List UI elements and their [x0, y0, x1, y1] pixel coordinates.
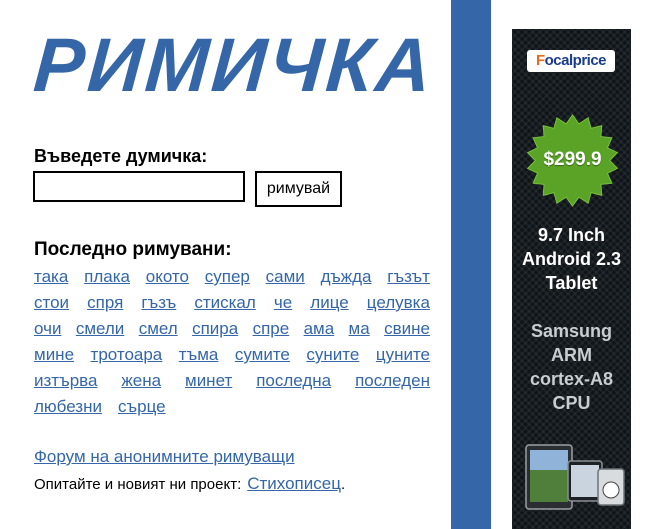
recent-word-link[interactable]: дъжда [321, 267, 372, 287]
recent-word-link[interactable]: очи [34, 319, 61, 339]
new-project-link[interactable]: Стихописец [247, 474, 341, 493]
recent-word-link[interactable]: цуните [376, 345, 430, 365]
recent-word-link[interactable]: последен [355, 371, 430, 391]
recent-word-link[interactable]: стискал [194, 293, 255, 313]
recent-word-link[interactable]: мине [34, 345, 74, 365]
recent-word-link[interactable]: сърце [118, 397, 166, 417]
recent-word-link[interactable]: така [34, 267, 68, 287]
recent-word-link[interactable]: смели [76, 319, 125, 339]
recent-word-link[interactable]: свине [384, 319, 430, 339]
recent-word-link[interactable]: лице [310, 293, 348, 313]
recent-word-link[interactable]: сумите [235, 345, 290, 365]
decorative-blue-bar [451, 0, 491, 529]
recent-word-link[interactable]: окото [146, 267, 189, 287]
recent-word-link[interactable]: спира [192, 319, 238, 339]
recent-word-link[interactable]: любезни [34, 397, 102, 417]
recent-rhymes-row: очи смели смел спира спре ама ма свине [34, 316, 430, 342]
recent-word-link[interactable]: суните [306, 345, 359, 365]
recent-rhymes-row: стои спря гъзъ стискал че лице целувка [34, 290, 430, 316]
recent-rhymes-row: изтърва жена минет последна последен [34, 368, 430, 394]
rhyme-button[interactable]: римувай [255, 171, 342, 207]
recent-word-link[interactable]: последна [256, 371, 331, 391]
recent-word-link[interactable]: стои [34, 293, 69, 313]
recent-word-link[interactable]: сами [266, 267, 305, 287]
new-project-text: Опитайте и новият ни проект: [34, 476, 242, 493]
recent-word-link[interactable]: изтърва [34, 371, 97, 391]
word-input-label: Въведете думичка: [34, 146, 208, 166]
advertisement-banner[interactable]: Focalprice $299.9 9.7 Inch Android 2.3 T… [512, 29, 631, 529]
recent-word-link[interactable]: спре [253, 319, 290, 339]
site-logo[interactable]: РИМИЧКА [31, 22, 437, 110]
word-input[interactable] [33, 171, 245, 202]
ad-title: 9.7 Inch Android 2.3 Tablet [521, 225, 621, 293]
recent-word-link[interactable]: супер [205, 267, 250, 287]
recent-word-link[interactable]: тротоара [91, 345, 163, 365]
recent-rhymes-heading: Последно римувани: [34, 239, 232, 260]
recent-word-link[interactable]: целувка [367, 293, 430, 313]
recent-word-link[interactable]: смел [139, 319, 178, 339]
recent-word-link[interactable]: гъзъ [141, 293, 176, 313]
recent-word-link[interactable]: тъма [179, 345, 219, 365]
recent-rhymes-row: така плака окото супер сами дъжда гъзът [34, 264, 430, 290]
forum-link[interactable]: Форум на анонимните римуващи [34, 447, 295, 467]
ad-price: $299.9 [543, 149, 602, 170]
tablet-devices-image [525, 444, 625, 510]
recent-word-link[interactable]: жена [121, 371, 161, 391]
recent-word-link[interactable]: ама [304, 319, 335, 339]
recent-word-link[interactable]: ма [349, 319, 370, 339]
recent-rhymes-row: любезни сърце [34, 394, 430, 420]
new-project-suffix: . [340, 476, 346, 493]
recent-word-link[interactable]: минет [185, 371, 232, 391]
ad-brand-logo: Focalprice [527, 50, 615, 72]
new-project-line: Опитайте и новият ни проект: Стихописец. [34, 474, 345, 494]
recent-rhymes-list: така плака окото супер сами дъжда гъзът стои спр… [34, 264, 430, 420]
recent-word-link[interactable]: че [274, 293, 292, 313]
recent-rhymes-row: мине тротоара тъма сумите суните цуните [34, 342, 430, 368]
ad-spec: Samsung ARM cortex-A8 CPU [529, 321, 614, 413]
recent-word-link[interactable]: гъзът [387, 267, 430, 287]
recent-word-link[interactable]: спря [87, 293, 123, 313]
recent-word-link[interactable]: плака [84, 267, 130, 287]
